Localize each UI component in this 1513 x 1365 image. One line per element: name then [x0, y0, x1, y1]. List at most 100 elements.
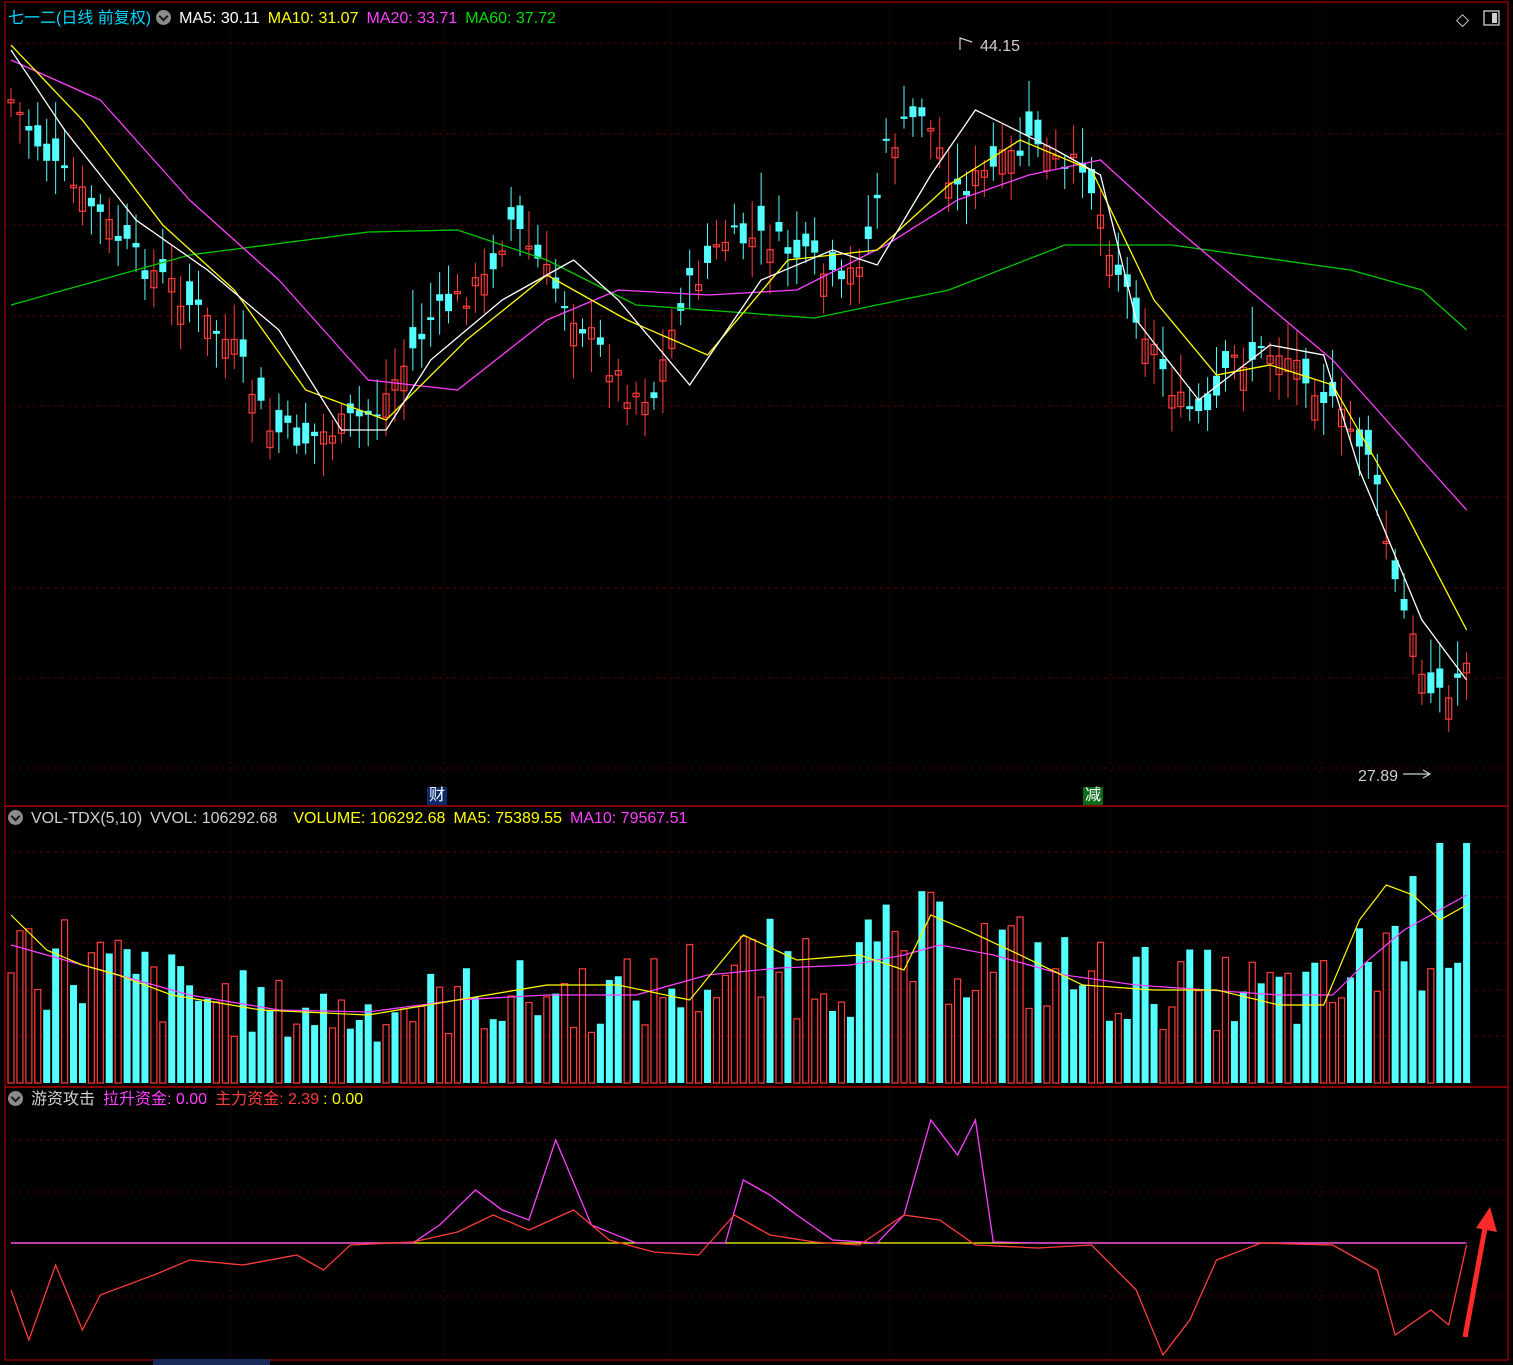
volume-bar-down [186, 985, 194, 1083]
volume-bar-down [302, 1007, 310, 1083]
volume-bar-up [1427, 968, 1435, 1084]
candle-body-down [864, 226, 872, 240]
vol-ma5-label: MA5: 75389.55 [453, 810, 562, 827]
ma20-label: MA20: 33.71 [366, 10, 458, 27]
volume-bar-down [1141, 946, 1149, 1083]
volume-indicator-name[interactable]: VOL-TDX(5,10) [31, 810, 142, 827]
volume-label: VOLUME: 106292.68 [293, 810, 446, 827]
volume-ma-group [10, 884, 1467, 1016]
volume-bar-down [78, 1003, 86, 1083]
candle-body-down [811, 240, 819, 253]
volume-bar-up [337, 999, 346, 1084]
volume-bar-up [212, 1001, 220, 1084]
event-marker-cai[interactable]: 财 [427, 787, 448, 805]
volume-bar-down [1150, 1004, 1158, 1083]
stock-title[interactable]: 七一二(日线 前复权) [8, 10, 151, 27]
volume-bar-up [587, 1031, 596, 1084]
volume-bar-down [195, 1000, 203, 1083]
volume-bar-down [284, 1036, 292, 1083]
candle-body-down [52, 138, 60, 161]
volume-bar-down [1105, 1020, 1113, 1083]
panel-toggle-svg [1483, 10, 1500, 26]
volume-bar-up [721, 974, 730, 1084]
volume-bar-up [1159, 1028, 1167, 1084]
axis-highlight [153, 1359, 270, 1365]
volume-bar-down [1079, 985, 1087, 1083]
volume-bar-down [1204, 949, 1212, 1083]
volume-bar-up [748, 939, 756, 1084]
volume-bar-up [650, 958, 658, 1084]
price-header: 七一二(日线 前复权) MA5: 30.11 MA10: 31.07 MA20: 33… [8, 9, 564, 29]
candle-body-down [284, 415, 292, 423]
volume-bar-up [159, 1021, 167, 1084]
volume-bar-down [462, 968, 470, 1083]
volume-bar-up [909, 980, 917, 1084]
volume-bar-up [989, 971, 997, 1084]
diamond-icon[interactable]: ◇ [1456, 10, 1469, 30]
volume-bar-down [1409, 876, 1417, 1083]
volume-bar-down [1132, 956, 1140, 1083]
chevron-down-icon[interactable] [156, 10, 172, 25]
candle-body-down [427, 317, 435, 321]
volume-bar-up [659, 997, 667, 1084]
candle-body-down [596, 337, 604, 345]
arrow-head [1476, 1207, 1497, 1232]
candle-body-down [882, 138, 890, 141]
candle-body-down [757, 205, 765, 231]
high-marker-arrow [959, 37, 973, 50]
candle-body-down [802, 233, 810, 247]
volume-bar-up [409, 1021, 417, 1084]
ma60-line [10, 229, 1468, 331]
volume-bar-up [1382, 932, 1390, 1084]
candle-body-down [302, 422, 310, 444]
volume-bar-down [552, 993, 560, 1083]
candle-body-down [1320, 391, 1328, 404]
volume-bar-down [471, 997, 479, 1083]
volume-bar-down [534, 1015, 542, 1083]
volume-bar-down [784, 951, 792, 1083]
low-marker-label: 27.89 [1358, 768, 1398, 785]
volume-bar-down [963, 997, 971, 1083]
volume-bar-up [480, 1028, 488, 1084]
chevron-down-icon[interactable] [8, 810, 23, 825]
volume-bar-down [1347, 977, 1354, 1083]
zhuli-label: 主力资金: 2.39 [215, 1091, 320, 1108]
volume-bar-up [623, 958, 631, 1084]
zhuli-line [10, 1209, 1468, 1357]
volume-bar-down [239, 970, 247, 1083]
candle-body-down [1114, 264, 1122, 275]
candle-body-down [1025, 111, 1033, 136]
volume-bar-down [1061, 937, 1069, 1083]
volume-bar-up [1266, 971, 1274, 1084]
candle-body-down [436, 294, 444, 301]
ma5-line [10, 49, 1468, 681]
volume-bar-down [52, 948, 60, 1083]
volume-bar-down [936, 901, 944, 1083]
chevron-down-icon[interactable] [8, 1091, 23, 1106]
red-up-arrow [1462, 1207, 1497, 1338]
panel-toggle-icon[interactable] [1483, 10, 1500, 31]
volume-bar-up [1168, 1006, 1176, 1084]
volume-bar-up [1114, 1013, 1122, 1084]
arrow-shaft [1462, 1227, 1488, 1338]
indicator-name[interactable]: 游资攻击 [31, 1091, 95, 1108]
ma60-label: MA60: 37.72 [465, 10, 556, 27]
volume-bar-up [811, 998, 819, 1084]
volume-bar-down [882, 904, 890, 1083]
volume-ma10-line [10, 894, 1467, 1013]
candle-body-down [239, 339, 247, 357]
volume-bar-down [1364, 961, 1372, 1083]
candle-body-down [61, 165, 69, 169]
candle-body-down [34, 125, 42, 147]
candle-body-down [409, 327, 417, 349]
volume-bar-up [453, 985, 462, 1084]
event-marker-jian[interactable]: 减 [1083, 787, 1104, 805]
volume-bar-down [498, 1020, 506, 1083]
volume-bar-up [1177, 961, 1185, 1084]
candle-body-down [918, 107, 926, 117]
candle-body-down [346, 403, 354, 414]
volume-bar-up [1329, 1002, 1337, 1084]
volume-bar-down [1454, 962, 1462, 1083]
volume-bar-down [489, 1019, 497, 1083]
volume-bar-down [320, 993, 328, 1083]
